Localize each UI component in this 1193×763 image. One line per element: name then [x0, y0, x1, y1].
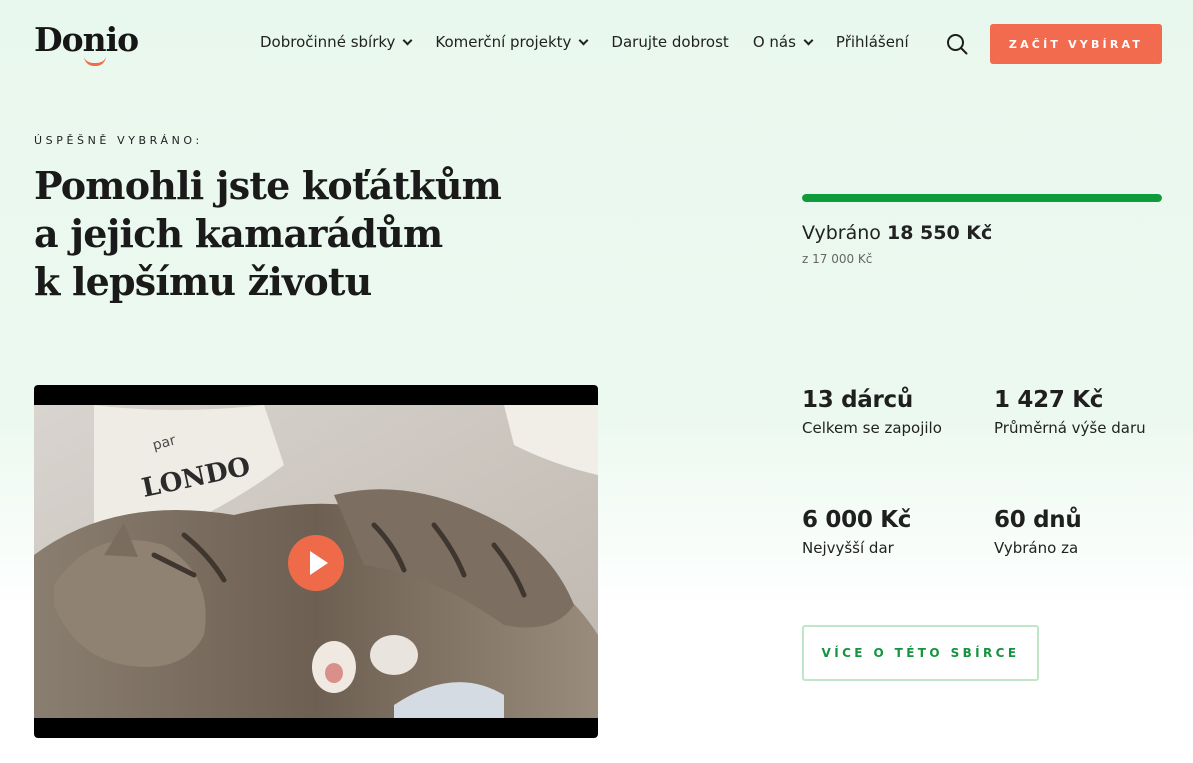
raised-amount: 18 550 Kč — [886, 222, 993, 244]
more-about-collection-button[interactable]: VÍCE O TÉTO SBÍRCE — [802, 625, 1039, 681]
goal-amount: z 17 000 Kč — [802, 252, 873, 266]
stat-value: 1 427 Kč — [994, 387, 1104, 413]
nav-item-label: Komerční projekty — [435, 33, 572, 51]
play-icon[interactable] — [288, 535, 344, 591]
chevron-down-icon — [578, 35, 589, 45]
nav-item-give-goodness[interactable]: Darujte dobrost — [611, 33, 728, 51]
main-nav: Dobročinné sbírky Komerční projekty Daru… — [260, 33, 933, 51]
nav-item-label: Darujte dobrost — [611, 33, 729, 51]
logo[interactable]: Donio — [34, 20, 139, 59]
nav-item-about[interactable]: O nás — [752, 33, 814, 51]
stat-label: Celkem se zapojilo — [802, 419, 942, 437]
stat-label: Průměrná výše daru — [994, 419, 1146, 437]
stat-donors: 13 dárců Celkem se zapojilo — [802, 387, 942, 437]
progress-bar — [802, 194, 1162, 202]
title-line: a jejich kamarádům — [34, 211, 443, 256]
search-icon[interactable] — [946, 33, 968, 55]
stat-average-donation: 1 427 Kč Průměrná výše daru — [994, 387, 1146, 437]
nav-item-commercial-projects[interactable]: Komerční projekty — [435, 33, 589, 51]
success-eyebrow: ÚSPĚŠNĚ VYBRÁNO: — [34, 134, 203, 147]
chevron-down-icon — [402, 35, 413, 45]
nav-item-charity-collections[interactable]: Dobročinné sbírky — [260, 33, 413, 51]
raised-prefix: Vybráno — [802, 222, 881, 244]
title-line: k lepšímu životu — [34, 259, 372, 304]
stat-value: 6 000 Kč — [802, 507, 912, 533]
stat-label: Nejvyšší dar — [802, 539, 894, 557]
logo-smile-mark — [84, 56, 106, 66]
nav-item-label: O nás — [752, 33, 796, 51]
title-line: Pomohli jste koťátkům — [34, 163, 502, 208]
progress-fill — [802, 194, 1162, 202]
stat-value: 13 dárců — [802, 387, 913, 413]
stat-highest-donation: 6 000 Kč Nejvyšší dar — [802, 507, 911, 557]
nav-item-label: Přihlášení — [835, 33, 909, 51]
raised-amount-line: Vybráno 18 550 Kč — [802, 222, 992, 244]
site-header: Donio Dobročinné sbírky Komerční projekt… — [0, 0, 1193, 88]
nav-item-login[interactable]: Přihlášení — [836, 33, 909, 51]
nav-item-label: Dobročinné sbírky — [260, 33, 396, 51]
video-player[interactable]: LONDO par — [34, 385, 598, 738]
stat-duration: 60 dnů Vybráno za — [994, 507, 1082, 557]
chevron-down-icon — [803, 35, 814, 45]
page-title: Pomohli jste koťátkům a jejich kamarádům… — [34, 162, 554, 306]
stat-value: 60 dnů — [994, 507, 1082, 533]
start-collecting-button[interactable]: ZAČÍT VYBÍRAT — [990, 24, 1162, 64]
stat-label: Vybráno za — [994, 539, 1079, 557]
